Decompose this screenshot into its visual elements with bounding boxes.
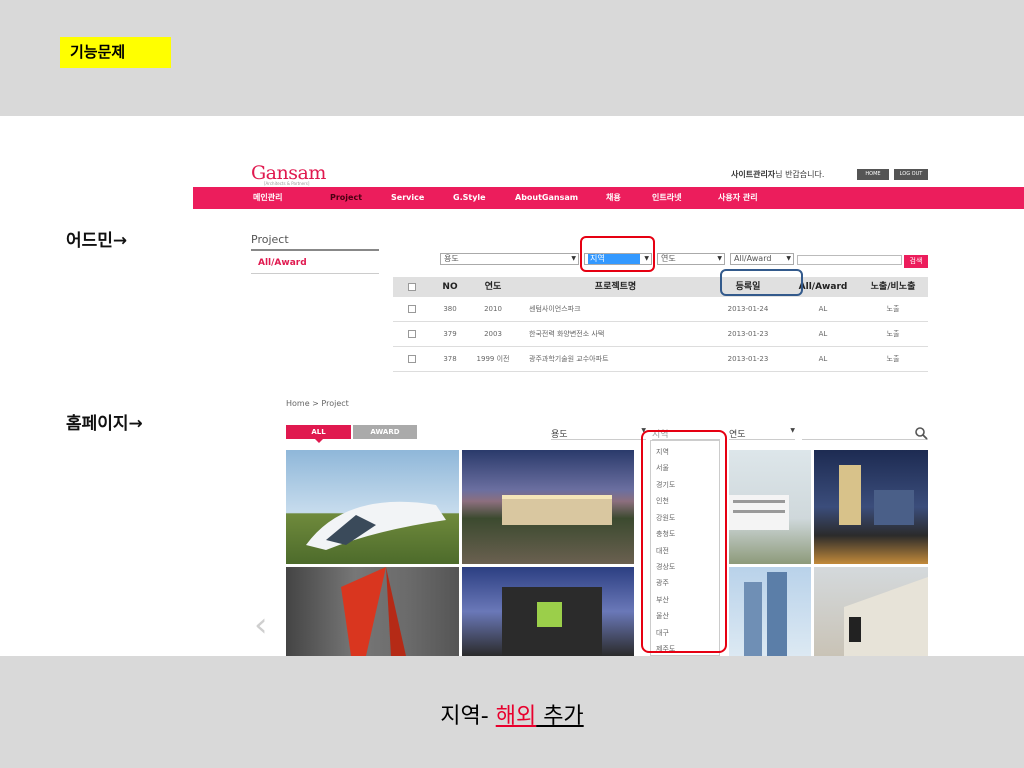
chevron-down-icon: ▼ (790, 427, 795, 434)
col-year[interactable]: 연도 (473, 277, 513, 297)
home-use-select[interactable]: 용도 ▼ (551, 427, 646, 440)
building-photo (502, 587, 602, 656)
cell-year: 2003 (484, 330, 502, 338)
building-photo (502, 495, 612, 525)
award-select[interactable]: All/Award ▼ (730, 253, 794, 265)
year-select-value: 연도 (661, 254, 676, 263)
cell-project-name[interactable]: 한국전력 화양변전소 사택 (529, 322, 729, 347)
cell-reg-date: 2013-01-24 (727, 305, 769, 313)
footer-prefix: 지역- (440, 704, 496, 729)
project-thumb[interactable] (286, 567, 459, 656)
left-menu-title: Project (251, 233, 289, 246)
cell-project-name[interactable]: 센텀사이언스파크 (529, 297, 729, 322)
nav-project[interactable]: Project (330, 187, 362, 209)
cell-no: 380 (443, 305, 457, 313)
tab-award[interactable]: AWARD (353, 425, 417, 439)
select-all-checkbox[interactable] (408, 283, 416, 291)
cell-year: 2010 (484, 305, 502, 313)
annotation-dropdown-highlight (641, 430, 727, 653)
breadcrumb[interactable]: Home > Project (286, 399, 349, 408)
welcome-user: 사이트관리자 (731, 170, 776, 179)
building-photo (729, 495, 789, 530)
building-photo (341, 567, 406, 656)
chevron-down-icon: ▼ (786, 255, 791, 262)
nav-main-manage[interactable]: 메인관리 (253, 187, 282, 209)
tab-pointer (315, 439, 323, 443)
building-photo (844, 577, 928, 656)
use-select[interactable]: 용도 ▼ (440, 253, 579, 265)
logo-subtitle: [Architects & Partners] (264, 181, 310, 186)
chevron-down-icon: ▼ (717, 255, 722, 262)
col-project-name[interactable]: 프로젝트명 (543, 277, 688, 297)
annotation-region-highlight (580, 236, 655, 272)
cell-no: 378 (443, 355, 457, 363)
nav-recruit[interactable]: 채용 (606, 187, 621, 209)
annotation-date-highlight (720, 269, 803, 296)
project-thumb[interactable] (286, 450, 459, 564)
nav-user-manage[interactable]: 사용자 관리 (718, 187, 758, 209)
left-menu-divider (251, 249, 379, 251)
cell-no: 379 (443, 330, 457, 338)
search-icon[interactable] (914, 426, 928, 440)
nav-service[interactable]: Service (391, 187, 424, 209)
admin-nav-bar: 메인관리 Project Service G.Style AboutGansam… (193, 187, 1024, 209)
tab-all[interactable]: ALL (286, 425, 351, 439)
table-row[interactable]: 380 2010 센텀사이언스파크 2013-01-24 AL 노출 (393, 297, 928, 322)
logout-button[interactable]: LOG OUT (894, 169, 928, 180)
nav-gstyle[interactable]: G.Style (453, 187, 486, 209)
cell-all-award: AL (818, 305, 828, 313)
label-homepage: 홈페이지→ (66, 414, 143, 434)
cell-project-name[interactable]: 광주과학기술원 교수아파트 (529, 347, 729, 372)
table-row[interactable]: 379 2003 한국전력 화양변전소 사택 2013-01-23 AL 노출 (393, 322, 928, 347)
search-button[interactable]: 검색 (904, 255, 928, 268)
project-thumb[interactable] (462, 567, 634, 656)
project-thumb[interactable] (814, 450, 928, 564)
col-no[interactable]: NO (433, 277, 467, 297)
home-year-select[interactable]: 연도 ▼ (729, 427, 795, 440)
welcome-greeting: 님 반갑습니다. (775, 170, 825, 179)
left-menu-divider-bottom (251, 273, 379, 274)
award-select-value: All/Award (734, 254, 772, 263)
use-select-value: 용도 (444, 254, 459, 263)
label-admin: 어드민→ (66, 231, 128, 251)
footer-highlight: 해외 (495, 704, 537, 729)
year-select[interactable]: 연도 ▼ (657, 253, 725, 265)
cell-visibility: 노출 (886, 305, 900, 313)
nav-intranet[interactable]: 인트라넷 (652, 187, 681, 209)
home-search-input[interactable] (802, 427, 928, 440)
table-header: NO 연도 프로젝트명 등록일 All/Award 노출/비노출 (393, 277, 928, 297)
row-checkbox[interactable] (408, 330, 416, 338)
project-thumb[interactable] (814, 567, 928, 656)
project-thumb[interactable] (462, 450, 634, 564)
project-thumb[interactable] (729, 450, 811, 564)
table-row[interactable]: 378 1999 이전 광주과학기술원 교수아파트 2013-01-23 AL … (393, 347, 928, 372)
home-use-value: 용도 (551, 430, 568, 440)
cell-reg-date: 2013-01-23 (727, 330, 769, 338)
project-thumb[interactable] (729, 567, 811, 656)
cell-reg-date: 2013-01-23 (727, 355, 769, 363)
footer-suffix: 추가 (536, 704, 584, 729)
left-menu-all-award[interactable]: All/Award (258, 258, 307, 268)
home-year-value: 연도 (729, 430, 746, 440)
cell-year: 1999 이전 (476, 355, 510, 363)
footer-note: 지역- 해외 추가 (0, 698, 1024, 730)
col-visibility[interactable]: 노출/비노출 (861, 277, 925, 297)
building-photo (839, 465, 914, 525)
chevron-left-icon[interactable]: ‹ (254, 605, 268, 645)
row-checkbox[interactable] (408, 305, 416, 313)
cell-all-award: AL (818, 355, 828, 363)
welcome-text: 사이트관리자님 반갑습니다. (731, 169, 824, 180)
cell-visibility: 노출 (886, 330, 900, 338)
search-input[interactable] (797, 255, 902, 265)
cell-visibility: 노출 (886, 355, 900, 363)
chevron-down-icon: ▼ (571, 255, 576, 262)
building-photo (744, 572, 787, 656)
nav-about[interactable]: AboutGansam (515, 187, 578, 209)
cell-all-award: AL (818, 330, 828, 338)
home-button[interactable]: HOME (857, 169, 889, 180)
row-checkbox[interactable] (408, 355, 416, 363)
building-photo (306, 501, 446, 550)
slide-title: 기능문제 (60, 37, 171, 68)
